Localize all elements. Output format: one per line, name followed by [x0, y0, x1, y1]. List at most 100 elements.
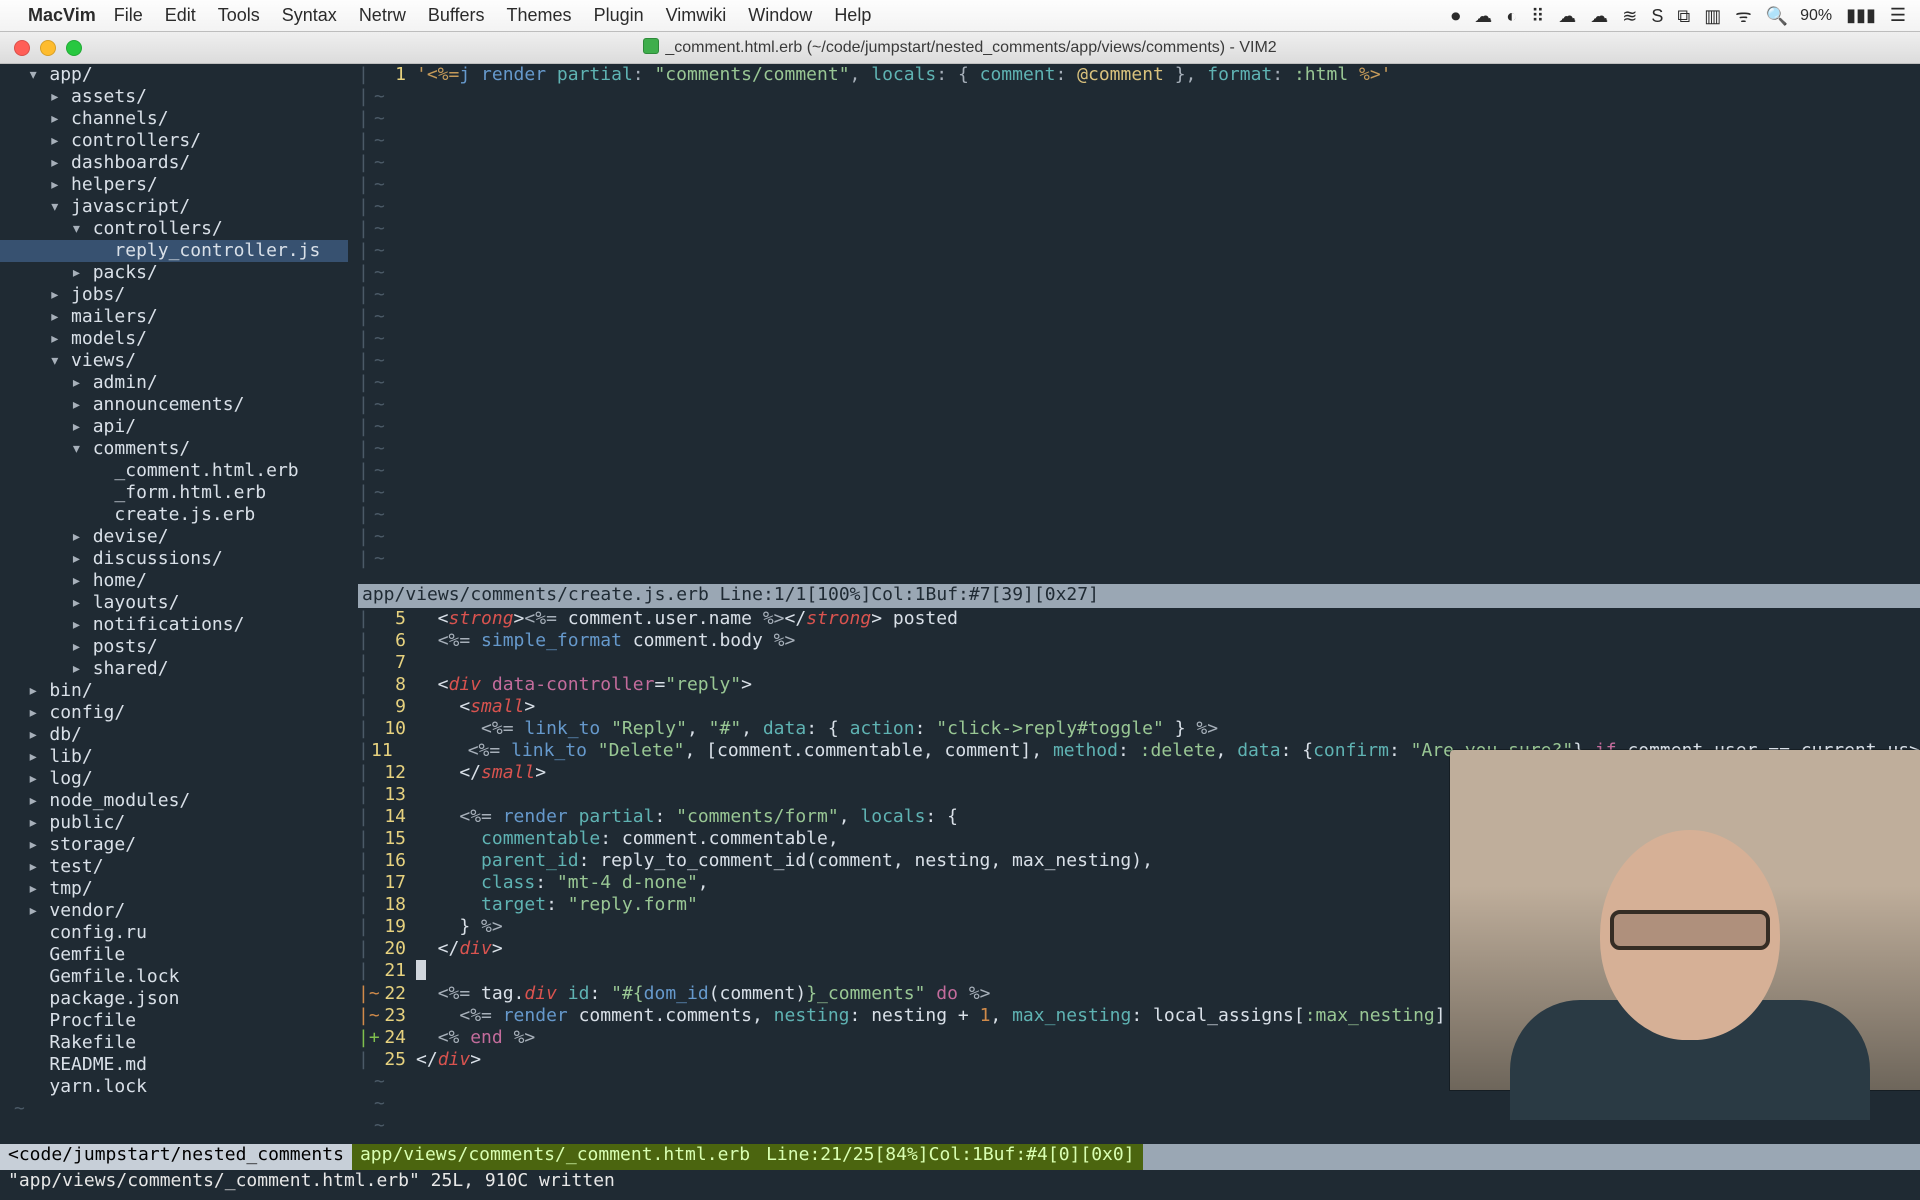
tree-folder[interactable]: ▸ mailers/: [0, 306, 348, 328]
tree-file[interactable]: reply_controller.js: [0, 240, 348, 262]
command-line[interactable]: "app/views/comments/_comment.html.erb" 2…: [0, 1170, 1920, 1200]
menu-buffers[interactable]: Buffers: [428, 5, 485, 25]
close-icon[interactable]: [14, 40, 30, 56]
menubar-status-icon[interactable]: 🔍: [1766, 6, 1788, 26]
tree-folder[interactable]: ▸ assets/: [0, 86, 348, 108]
tree-file[interactable]: yarn.lock: [0, 1076, 348, 1098]
window-titlebar: _comment.html.erb (~/code/jumpstart/nest…: [0, 32, 1920, 64]
tree-folder[interactable]: ▸ announcements/: [0, 394, 348, 416]
menu-tools[interactable]: Tools: [218, 5, 260, 25]
tree-file[interactable]: _form.html.erb: [0, 482, 348, 504]
tree-file[interactable]: README.md: [0, 1054, 348, 1076]
tree-folder[interactable]: ▸ devise/: [0, 526, 348, 548]
menu-file[interactable]: File: [114, 5, 143, 25]
menubar-status-icon[interactable]: S: [1651, 6, 1663, 26]
minimize-icon[interactable]: [40, 40, 56, 56]
tree-folder[interactable]: ▸ storage/: [0, 834, 348, 856]
tree-folder[interactable]: ▾ app/: [0, 64, 348, 86]
tree-folder[interactable]: ▸ layouts/: [0, 592, 348, 614]
menubar-status-icon[interactable]: ⏺: [1451, 6, 1460, 26]
tree-folder[interactable]: ▸ admin/: [0, 372, 348, 394]
menubar-status-icon[interactable]: ▥: [1704, 6, 1721, 26]
tree-file[interactable]: config.ru: [0, 922, 348, 944]
menu-syntax[interactable]: Syntax: [282, 5, 337, 25]
menu-help[interactable]: Help: [834, 5, 871, 25]
pane-top[interactable]: | 1 '<%=j render partial: "comments/comm…: [358, 64, 1920, 584]
window-title: _comment.html.erb (~/code/jumpstart/nest…: [0, 38, 1920, 57]
app-name[interactable]: MacVim: [28, 5, 96, 26]
tree-folder[interactable]: ▸ db/: [0, 724, 348, 746]
tree-folder[interactable]: ▸ models/: [0, 328, 348, 350]
tree-folder[interactable]: ▾ views/: [0, 350, 348, 372]
tree-folder[interactable]: ▸ api/: [0, 416, 348, 438]
menubar-status-icon[interactable]: ☁: [1590, 6, 1608, 26]
empty-line: |~: [358, 438, 1920, 460]
control-center-icon[interactable]: ☰: [1890, 5, 1906, 26]
menubar-status-icon[interactable]: ≋: [1622, 6, 1637, 26]
menu-themes[interactable]: Themes: [507, 5, 572, 25]
battery-icon[interactable]: ▮▮▮: [1846, 5, 1876, 26]
tree-folder[interactable]: ▸ log/: [0, 768, 348, 790]
status-cwd: <code/jumpstart/nested_comments: [0, 1144, 352, 1170]
tree-file[interactable]: Gemfile.lock: [0, 966, 348, 988]
empty-line: |~: [358, 394, 1920, 416]
menu-vimwiki[interactable]: Vimwiki: [666, 5, 727, 25]
empty-line: |~: [358, 152, 1920, 174]
pane-statusline-top: app/views/comments/create.js.erb Line:1/…: [358, 584, 1920, 608]
tree-folder[interactable]: ▾ comments/: [0, 438, 348, 460]
tree-folder[interactable]: ▸ bin/: [0, 680, 348, 702]
menu-plugin[interactable]: Plugin: [594, 5, 644, 25]
tree-file[interactable]: create.js.erb: [0, 504, 348, 526]
tree-folder[interactable]: ▸ tmp/: [0, 878, 348, 900]
empty-line: |~: [358, 218, 1920, 240]
menubar-status-icon[interactable]: ☁: [1474, 6, 1492, 26]
line-number: 1: [366, 64, 416, 86]
code-line: | 9 <small>: [358, 696, 1920, 718]
tree-folder[interactable]: ▸ vendor/: [0, 900, 348, 922]
statusline-bottom: <code/jumpstart/nested_comments app/view…: [0, 1144, 1920, 1170]
menubar-status-icon[interactable]: ☁: [1558, 6, 1576, 26]
empty-line: |~: [358, 548, 1920, 570]
tree-file[interactable]: _comment.html.erb: [0, 460, 348, 482]
tree-folder[interactable]: ▸ lib/: [0, 746, 348, 768]
menubar-status-icon[interactable]: ◐: [1506, 6, 1517, 26]
tree-file[interactable]: package.json: [0, 988, 348, 1010]
tree-file[interactable]: Rakefile: [0, 1032, 348, 1054]
empty-line: |~: [358, 262, 1920, 284]
tree-folder[interactable]: ▸ helpers/: [0, 174, 348, 196]
traffic-lights: [0, 40, 82, 56]
zoom-icon[interactable]: [66, 40, 82, 56]
menubar-status-icon[interactable]: ᯤ: [1735, 6, 1751, 26]
vim-editor: ▾ app/ ▸ assets/ ▸ channels/ ▸ controlle…: [0, 64, 1920, 1200]
menu-window[interactable]: Window: [748, 5, 812, 25]
tree-folder[interactable]: ▾ controllers/: [0, 218, 348, 240]
tree-folder[interactable]: ▸ test/: [0, 856, 348, 878]
tree-folder[interactable]: ▸ jobs/: [0, 284, 348, 306]
tree-folder[interactable]: ▸ packs/: [0, 262, 348, 284]
menu-edit[interactable]: Edit: [165, 5, 196, 25]
empty-line: |~: [358, 328, 1920, 350]
menu-netrw[interactable]: Netrw: [359, 5, 406, 25]
tree-folder[interactable]: ▾ javascript/: [0, 196, 348, 218]
code-line: | 8 <div data-controller="reply">: [358, 674, 1920, 696]
tree-folder[interactable]: ▸ posts/: [0, 636, 348, 658]
empty-line: |~: [358, 240, 1920, 262]
file-tree[interactable]: ▾ app/ ▸ assets/ ▸ channels/ ▸ controlle…: [0, 64, 348, 1200]
tree-file[interactable]: Procfile: [0, 1010, 348, 1032]
tree-folder[interactable]: ▸ dashboards/: [0, 152, 348, 174]
tree-file[interactable]: Gemfile: [0, 944, 348, 966]
tree-folder[interactable]: ▸ controllers/: [0, 130, 348, 152]
tree-folder[interactable]: ▸ shared/: [0, 658, 348, 680]
tree-folder[interactable]: ▸ public/: [0, 812, 348, 834]
tree-folder[interactable]: ▸ channels/: [0, 108, 348, 130]
tree-folder[interactable]: ▸ notifications/: [0, 614, 348, 636]
menubar-status-icon[interactable]: ⧉: [1677, 6, 1690, 26]
code-line: | 7: [358, 652, 1920, 674]
tree-folder[interactable]: ▸ node_modules/: [0, 790, 348, 812]
menubar-status-icon[interactable]: ⠿: [1531, 6, 1544, 26]
menubar-percent: 90%: [1800, 7, 1832, 25]
tree-folder[interactable]: ▸ discussions/: [0, 548, 348, 570]
tree-folder[interactable]: ▸ home/: [0, 570, 348, 592]
code-line: '<%=j render partial: "comments/comment"…: [416, 64, 1392, 86]
tree-folder[interactable]: ▸ config/: [0, 702, 348, 724]
